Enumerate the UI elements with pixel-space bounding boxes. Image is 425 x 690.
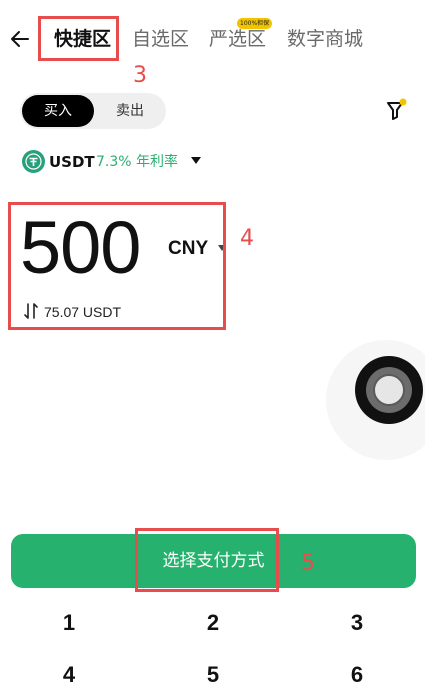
keypad-key-1[interactable]: 1 [29, 608, 109, 638]
coin-annual-rate: 7.3% 年利率 [96, 154, 179, 170]
keypad-key-5[interactable]: 5 [173, 660, 253, 690]
annotation-label-4: 4 [240, 226, 254, 251]
tab-strict-zone[interactable]: 严选区 [209, 26, 266, 52]
tab-custom-zone[interactable]: 自选区 [132, 26, 189, 52]
annotation-box-5 [135, 528, 279, 592]
annotation-label-3: 3 [133, 63, 147, 88]
annotation-label-5: 5 [301, 551, 315, 576]
keypad-key-6[interactable]: 6 [317, 660, 397, 690]
coin-dropdown-icon[interactable] [191, 157, 201, 164]
guarantee-badge: 100%担保 [237, 18, 273, 29]
filter-icon[interactable] [384, 97, 410, 123]
back-arrow-icon[interactable] [8, 27, 32, 51]
sell-toggle-button[interactable]: 卖出 [94, 95, 166, 127]
buy-toggle-button[interactable]: 买入 [22, 95, 94, 127]
annotation-box-4 [8, 202, 226, 330]
keypad-key-3[interactable]: 3 [317, 608, 397, 638]
floating-button-center [373, 374, 405, 406]
annotation-box-3 [38, 16, 119, 61]
tab-digital-mall[interactable]: 数字商城 [287, 26, 363, 52]
keypad-key-4[interactable]: 4 [29, 660, 109, 690]
coin-name: USDT [49, 153, 95, 171]
keypad-key-2[interactable]: 2 [173, 608, 253, 638]
usdt-logo-icon [22, 150, 45, 173]
